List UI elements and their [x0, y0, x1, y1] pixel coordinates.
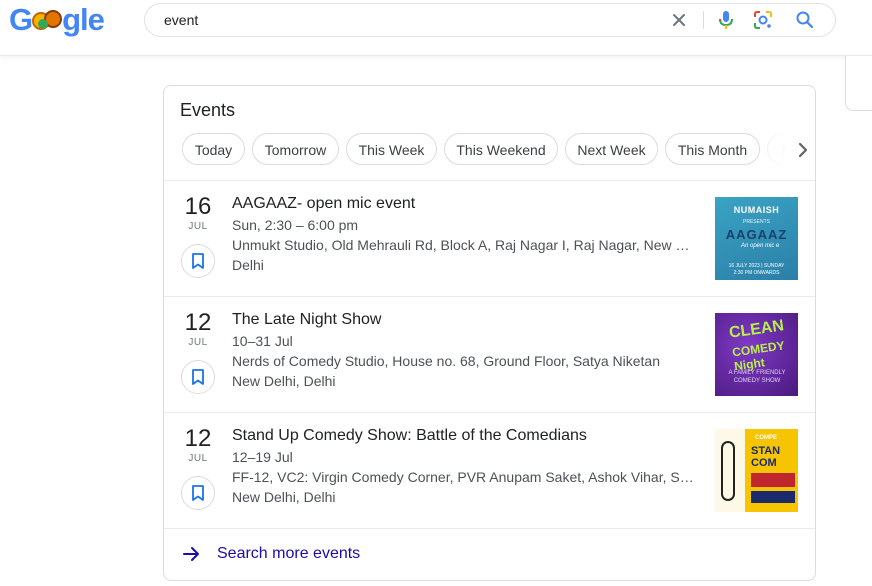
thumb-line-2: COMEDY Night: [731, 338, 786, 374]
bookmark-icon: [192, 485, 204, 501]
event-date: 12–19 Jul: [232, 449, 293, 465]
thumb-line-2: STAN COM: [751, 445, 781, 469]
event-title[interactable]: The Late Night Show: [232, 311, 381, 329]
doodle-icon: [32, 9, 63, 31]
chips-scroll-right-button[interactable]: [764, 133, 814, 167]
events-card: Events Today Tomorrow This Week This Wee…: [163, 85, 816, 581]
header-bar: Ggle: [0, 0, 872, 56]
save-event-button[interactable]: [181, 360, 215, 394]
save-event-button[interactable]: [181, 244, 215, 278]
thumb-line-3: A FAMILY FRIENDLY COMEDY SHOW: [728, 370, 786, 384]
search-icon: [796, 11, 814, 29]
thumb-line-1: COMPE: [755, 435, 778, 441]
google-logo[interactable]: Ggle: [9, 2, 105, 37]
chip-this-week[interactable]: This Week: [346, 133, 437, 165]
chip-tomorrow[interactable]: Tomorrow: [252, 133, 339, 165]
event-city: New Delhi, Delhi: [232, 489, 336, 505]
event-date: 10–31 Jul: [232, 333, 293, 349]
thumb-mic-graphic: [721, 441, 735, 501]
event-day: 16: [184, 193, 212, 220]
chevron-right-icon: [798, 142, 808, 158]
search-more-events-link[interactable]: Search more events: [164, 528, 815, 580]
thumb-tag: An open mic e: [741, 243, 780, 249]
logo-letters-gle: gle: [62, 2, 105, 37]
event-city: Delhi: [232, 257, 264, 273]
side-panel-edge: [845, 56, 872, 111]
event-venue: FF-12, VC2: Virgin Comedy Corner, PVR An…: [232, 469, 694, 485]
close-icon: [673, 14, 685, 26]
event-thumbnail[interactable]: COMPE STAN COM: [715, 429, 798, 512]
thumb-blue-band: [751, 491, 795, 503]
thumb-info-2: 2:30 PM ONWARDS: [733, 270, 780, 276]
event-month: JUL: [188, 337, 208, 348]
chip-today[interactable]: Today: [182, 133, 245, 165]
event-month: JUL: [188, 221, 208, 232]
arrow-right-icon: [183, 547, 199, 561]
search-divider: [703, 11, 704, 29]
thumb-info: 16 JULY 2023 | SUNDAY 2:30 PM ONWARDS: [715, 263, 798, 277]
clear-button[interactable]: [669, 10, 689, 30]
search-button[interactable]: [794, 9, 816, 31]
event-title[interactable]: AAGAAZ- open mic event: [232, 195, 415, 213]
event-venue: Unmukt Studio, Old Mehrauli Rd, Block A,…: [232, 237, 690, 253]
event-month: JUL: [188, 453, 208, 464]
event-title[interactable]: Stand Up Comedy Show: Battle of the Come…: [232, 427, 587, 445]
search-box: [144, 3, 836, 37]
chip-this-weekend[interactable]: This Weekend: [444, 133, 558, 165]
search-more-events-label: Search more events: [217, 545, 361, 562]
event-item[interactable]: 12 JUL Stand Up Comedy Show: Battle of t…: [164, 413, 815, 529]
chip-this-month[interactable]: This Month: [665, 133, 760, 165]
event-date: Sun, 2:30 – 6:00 pm: [232, 217, 359, 233]
event-venue: Nerds of Comedy Studio, House no. 68, Gr…: [232, 353, 661, 369]
bookmark-icon: [192, 253, 204, 269]
image-search-button[interactable]: [752, 9, 774, 31]
event-day: 12: [184, 425, 212, 452]
logo-letter-g: G: [9, 2, 33, 37]
event-item[interactable]: 16 JUL AAGAAZ- open mic event Sun, 2:30 …: [164, 181, 815, 297]
events-title: Events: [180, 100, 236, 120]
thumb-name: AAGAAZ: [725, 227, 788, 242]
thumb-info-1: 16 JULY 2023 | SUNDAY: [728, 263, 785, 269]
thumb-sub: PRESENTS: [743, 219, 770, 225]
save-event-button[interactable]: [181, 476, 215, 510]
event-thumbnail[interactable]: CLEAN COMEDY Night A FAMILY FRIENDLY COM…: [715, 313, 798, 396]
event-item[interactable]: 12 JUL The Late Night Show 10–31 Jul Ner…: [164, 297, 815, 413]
thumb-brand: NUMAISH: [733, 205, 780, 215]
event-thumbnail[interactable]: NUMAISH PRESENTS AAGAAZ An open mic e 16…: [715, 197, 798, 280]
search-input[interactable]: [164, 10, 644, 30]
chip-next-week[interactable]: Next Week: [565, 133, 658, 165]
lens-icon: [754, 11, 772, 29]
microphone-icon: [719, 11, 733, 29]
thumb-red-band: [751, 473, 795, 487]
bookmark-icon: [192, 369, 204, 385]
date-filter-chips: Today Tomorrow This Week This Weekend Ne…: [182, 133, 812, 167]
event-day: 12: [184, 309, 212, 336]
event-city: New Delhi, Delhi: [232, 373, 336, 389]
voice-search-button[interactable]: [715, 9, 737, 31]
